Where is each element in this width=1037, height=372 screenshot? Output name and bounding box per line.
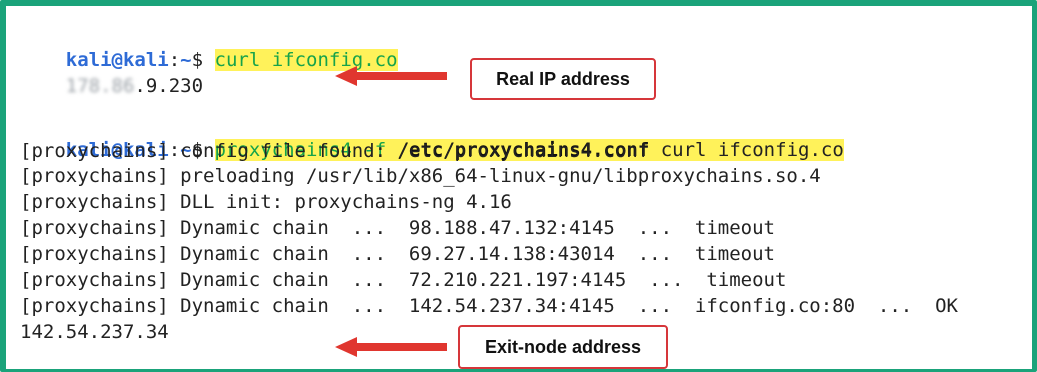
output-line: [proxychains] Dynamic chain ... 72.210.2… [20, 269, 787, 291]
exit-ip-output: 142.54.237.34 [20, 321, 169, 343]
real-ip-callout: Real IP address [470, 58, 656, 100]
output-line: [proxychains] config file found: /etc/pr… [20, 140, 650, 162]
command-line-1: kali@kali:~$ curl ifconfig.co [65, 49, 398, 71]
output-line: [proxychains] DLL init: proxychains-ng 4… [20, 191, 512, 213]
arrow-left-icon [335, 66, 447, 86]
real-ip-output: 178.86.9.230 [65, 75, 204, 97]
output-line: [proxychains] Dynamic chain ... 142.54.2… [20, 295, 958, 317]
output-line: [proxychains] Dynamic chain ... 69.27.14… [20, 243, 775, 265]
redacted-ip-prefix: 178.86 [65, 75, 135, 97]
command-line-2: kali@kali:~$ proxychains4 -f /etc/proxyc… [65, 139, 844, 161]
arrow-left-icon [335, 337, 447, 357]
output-line: [proxychains] preloading /usr/lib/x86_64… [20, 165, 821, 187]
output-line: [proxychains] Dynamic chain ... 98.188.4… [20, 217, 775, 239]
exit-node-callout: Exit-node address [458, 325, 668, 369]
